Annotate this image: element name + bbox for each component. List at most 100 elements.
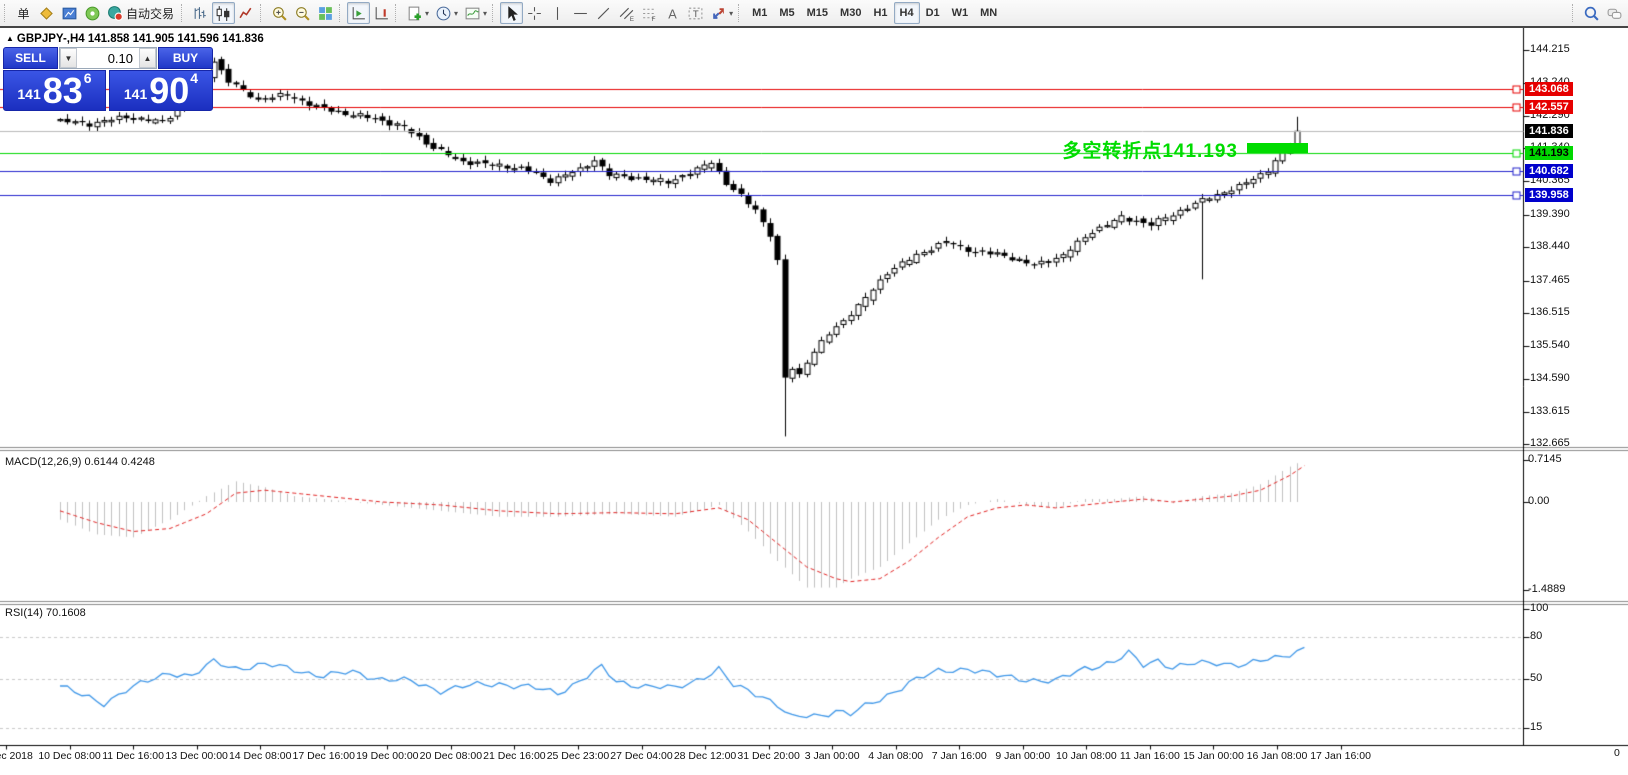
toolbar-group (337, 0, 393, 26)
zoom-in-icon (271, 5, 288, 22)
time-axis-label: 19 Dec 00:00 (356, 750, 419, 762)
autoscroll-icon (350, 5, 367, 22)
templates-button[interactable]: ▾ (461, 2, 490, 24)
time-axis-label: 25 Dec 23:00 (546, 750, 610, 762)
dropdown-arrow-icon[interactable]: ▾ (454, 9, 458, 18)
tf-m30-label: M30 (840, 7, 862, 19)
time-axis-label: 10 Jan 08:00 (1055, 750, 1117, 762)
dropdown-arrow-icon[interactable]: ▾ (483, 9, 487, 18)
volume-decrease-button[interactable]: ▼ (60, 48, 77, 68)
time-axis-label: 21 Dec 16:00 (483, 750, 546, 762)
time-axis-label: 9 Jan 00:00 (995, 750, 1051, 762)
time-axis-label: 3 Jan 00:00 (804, 750, 860, 762)
rsi-axis-tick: 100 (1530, 602, 1549, 614)
arrows-button[interactable]: ▾ (707, 2, 736, 24)
buy-price-main: 90 (149, 70, 190, 112)
cursor-button[interactable] (500, 2, 524, 24)
tf-w1[interactable]: W1 (946, 2, 975, 24)
price-axis-tick: 144.215 (1530, 43, 1570, 55)
cursor-icon (503, 5, 520, 22)
chart-shift-button[interactable] (370, 2, 393, 24)
sell-price-button[interactable]: 141 83 6 (3, 70, 106, 111)
tf-m5[interactable]: M5 (773, 2, 800, 24)
toolbar: 单 自动交易 ▾ ▾ ▾ E F A T ▾ M1 M5 M15 M30 H1 H4 D1 W1 MN (0, 0, 1628, 28)
time-axis-label: 11 Dec 16:00 (102, 750, 164, 762)
chat-button[interactable] (1603, 2, 1626, 24)
text-button[interactable]: A (661, 2, 684, 24)
text-label-button[interactable]: T (684, 2, 707, 24)
time-axis-label: 20 Dec 08:00 (419, 750, 483, 762)
dropdown-arrow-icon[interactable]: ▾ (425, 9, 429, 18)
horizontal-line-button[interactable] (569, 2, 592, 24)
tile-windows-button[interactable] (314, 2, 337, 24)
candlestick-chart-button[interactable] (212, 2, 236, 24)
buy-button[interactable]: BUY (158, 47, 213, 69)
time-axis-label: 31 Dec 20:00 (737, 750, 800, 762)
line-chart-button[interactable] (235, 2, 258, 24)
price-axis-tick: 139.390 (1530, 207, 1570, 220)
new-order-button[interactable]: 单 (12, 2, 35, 24)
tf-h4[interactable]: H4 (893, 2, 920, 24)
symbol-collapse-icon[interactable]: ▲ (6, 34, 14, 43)
time-axis-label: 7 Dec 2018 (0, 750, 33, 762)
signal-button[interactable] (81, 2, 104, 24)
sell-price-pip: 6 (83, 70, 92, 86)
tf-m30[interactable]: M30 (834, 2, 867, 24)
time-axis-label: 15 Jan 00:00 (1183, 750, 1244, 762)
time-axis-label: 14 Dec 08:00 (228, 750, 292, 762)
fibonacci-button[interactable]: F (638, 2, 661, 24)
shift-icon (373, 5, 390, 22)
sell-button[interactable]: SELL (3, 47, 58, 69)
trend-line-button[interactable] (592, 2, 615, 24)
rsi-indicator-label: RSI(14) 70.1608 (5, 607, 86, 619)
price-level-callout: 143.068 (1525, 82, 1573, 97)
chart-canvas[interactable] (0, 28, 1628, 775)
macd-axis-tick: -1.4889 (1528, 582, 1566, 595)
zoom-out-icon (294, 5, 311, 22)
search-button[interactable] (1580, 2, 1603, 24)
macd-indicator-label: MACD(12,26,9) 0.6144 0.4248 (5, 456, 155, 468)
bar-chart-button[interactable] (189, 2, 212, 24)
sell-price-prefix: 141 (17, 86, 41, 102)
macd-axis-tick: 0.7145 (1528, 452, 1562, 465)
tf-m1[interactable]: M1 (746, 2, 773, 24)
quotes-icon (38, 5, 55, 22)
arrows-icon (710, 5, 727, 22)
tf-mn[interactable]: MN (974, 2, 1003, 24)
tf-m15[interactable]: M15 (801, 2, 834, 24)
one-click-trade-panel: SELL ▼ ▲ BUY 141836 141904 (3, 47, 213, 111)
auto-trading-button[interactable]: 自动交易 (104, 2, 179, 24)
price-axis-tick: 135.540 (1530, 339, 1570, 352)
chart-window-button[interactable] (58, 2, 81, 24)
zoom-in-button[interactable] (268, 2, 291, 24)
tile-icon (317, 5, 334, 22)
auto-scroll-button[interactable] (347, 2, 371, 24)
volume-input[interactable] (77, 48, 139, 68)
time-axis-label: 16 Jan 08:00 (1246, 750, 1308, 762)
price-axis-tick: 134.590 (1530, 371, 1570, 384)
svg-text:T: T (693, 9, 699, 20)
corner-text: 0 (1614, 747, 1620, 759)
tf-h1-label: H1 (873, 7, 888, 19)
crosshair-button[interactable] (523, 2, 546, 24)
zoom-out-button[interactable] (291, 2, 314, 24)
indicators-button[interactable]: ▾ (403, 2, 432, 24)
price-axis-tick: 137.465 (1530, 273, 1570, 286)
toolbar-group (1570, 0, 1626, 26)
quotes-button[interactable] (35, 2, 58, 24)
tf-h1[interactable]: H1 (867, 2, 893, 24)
price-axis-tick: 132.665 (1530, 437, 1570, 450)
dropdown-arrow-icon[interactable]: ▾ (729, 9, 733, 18)
volume-stepper: ▼ ▲ (59, 47, 157, 69)
rsi-axis-tick: 15 (1530, 721, 1543, 733)
toolbar-group (258, 0, 337, 26)
buy-price-button[interactable]: 141 90 4 (109, 70, 213, 111)
toolbar-group: E F A T ▾ (490, 0, 736, 26)
price-level-callout: 141.193 (1525, 146, 1573, 161)
vertical-line-button[interactable] (546, 2, 569, 24)
equidistant-channel-button[interactable]: E (615, 2, 638, 24)
chart-title: ▲ GBPJPY-,H4 141.858 141.905 141.596 141.… (6, 33, 264, 45)
tf-d1[interactable]: D1 (920, 2, 946, 24)
periods-button[interactable]: ▾ (432, 2, 461, 24)
volume-increase-button[interactable]: ▲ (139, 48, 156, 68)
